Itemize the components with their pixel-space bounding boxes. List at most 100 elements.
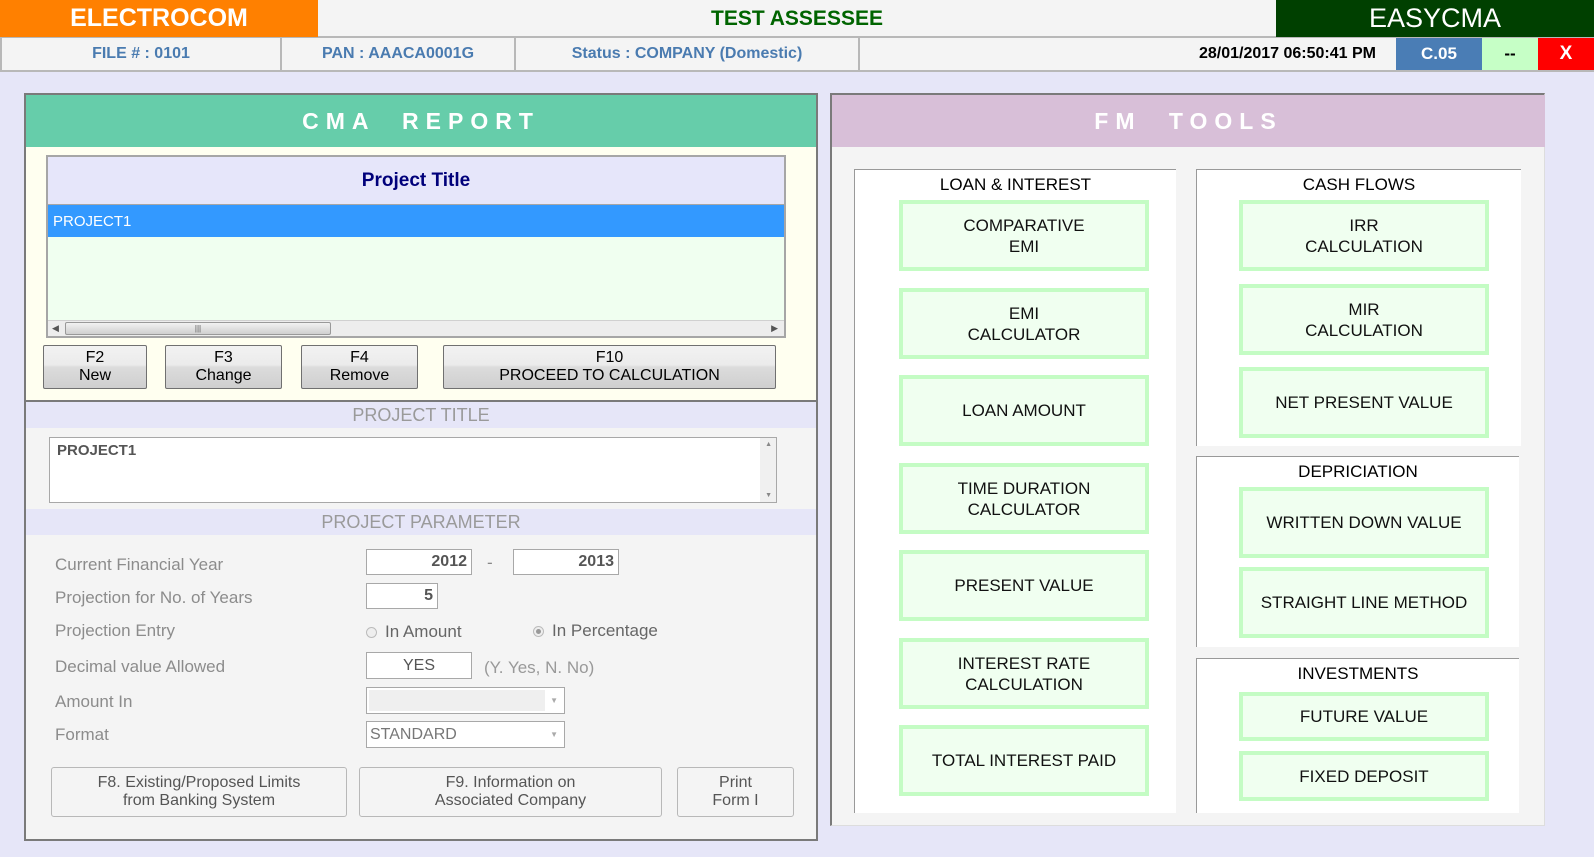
select-value-area <box>369 690 545 711</box>
tool-label-line1: COMPARATIVE <box>963 215 1085 235</box>
scrollbar-thumb[interactable]: ||| <box>65 322 331 335</box>
radio-checked-icon <box>533 625 544 637</box>
scroll-down-arrow-icon[interactable]: ▼ <box>765 492 772 499</box>
grid-column-header: Project Title <box>48 157 784 205</box>
tool-label-line1: LOAN AMOUNT <box>962 401 1086 420</box>
radio-unchecked-icon <box>366 626 377 638</box>
financial-year-from-input[interactable]: 2012 <box>366 549 472 575</box>
remove-project-button[interactable]: F4 Remove <box>301 345 418 389</box>
amount-in-label: Amount In <box>55 692 133 711</box>
loan-interest-group: LOAN & INTEREST COMPARATIVE EMI EMI CALC… <box>854 169 1176 813</box>
version-button[interactable]: C.05 <box>1396 38 1482 70</box>
format-select[interactable]: STANDARD ▼ <box>366 721 565 748</box>
project-parameter-section-heading: PROJECT PARAMETER <box>26 509 816 535</box>
present-value-button[interactable]: PRESENT VALUE <box>899 550 1149 621</box>
pan-number: PAN : AAACA0001G <box>282 38 516 70</box>
grip-icon: ||| <box>194 324 202 333</box>
tool-label-line2: CALCULATOR <box>967 499 1081 519</box>
project-title-textarea[interactable]: PROJECT1 ▲ ▼ <box>49 437 777 503</box>
info-bar: FILE # : 0101 PAN : AAACA0001G Status : … <box>0 38 1594 72</box>
company-brand: ELECTROCOM <box>0 0 318 37</box>
tool-label-line1: WRITTEN DOWN VALUE <box>1266 513 1462 532</box>
in-percentage-radio[interactable]: In Percentage <box>533 621 658 641</box>
button-label-line1: F8. Existing/Proposed Limits <box>97 774 301 791</box>
horizontal-scrollbar[interactable]: ◀ ||| ▶ <box>48 320 784 336</box>
scroll-up-arrow-icon[interactable]: ▲ <box>765 441 772 448</box>
shortcut-key: F10 <box>595 349 624 366</box>
projection-years-input[interactable]: 5 <box>366 583 438 609</box>
amount-in-select[interactable]: ▼ <box>366 687 565 714</box>
assessee-name: TEST ASSESSEE <box>711 6 883 30</box>
project-list-section: Project Title PROJECT1 ◀ ||| ▶ F2 New F3… <box>26 147 816 402</box>
projection-years-label: Projection for No. of Years <box>55 588 253 607</box>
financial-year-to-input[interactable]: 2013 <box>513 549 619 575</box>
print-form-button[interactable]: Print Form I <box>677 767 794 817</box>
tool-label-line1: TOTAL INTEREST PAID <box>931 751 1117 770</box>
tool-label-line1: PRESENT VALUE <box>954 576 1094 595</box>
button-label: PROCEED TO CALCULATION <box>499 367 720 384</box>
written-down-value-button[interactable]: WRITTEN DOWN VALUE <box>1239 487 1489 558</box>
project-grid: Project Title PROJECT1 ◀ ||| ▶ <box>46 155 786 338</box>
fm-tools-panel: FM TOOLS LOAN & INTEREST COMPARATIVE EMI… <box>830 93 1545 826</box>
assessee-status: Status : COMPANY (Domestic) <box>516 38 860 70</box>
button-label: Remove <box>329 367 390 384</box>
cma-report-panel: CMA REPORT Project Title PROJECT1 ◀ ||| … <box>24 93 818 841</box>
tool-label-line2: CALCULATION <box>1305 236 1423 256</box>
in-amount-radio[interactable]: In Amount <box>366 622 462 642</box>
banking-limits-button[interactable]: F8. Existing/Proposed Limits from Bankin… <box>51 767 347 817</box>
project-title-section-heading: PROJECT TITLE <box>26 402 816 428</box>
group-title: DEPRICIATION <box>1298 462 1418 481</box>
tool-label-line2: CALCULATOR <box>967 324 1081 344</box>
decimal-allowed-input[interactable]: YES <box>366 652 472 679</box>
mir-calculation-button[interactable]: MIR CALCULATION <box>1239 284 1489 355</box>
net-present-value-button[interactable]: NET PRESENT VALUE <box>1239 367 1489 438</box>
close-button[interactable]: X <box>1538 38 1594 70</box>
project-title-value: PROJECT1 <box>57 442 137 459</box>
format-label: Format <box>55 725 109 744</box>
tool-label-line1: FIXED DEPOSIT <box>1299 766 1429 786</box>
tool-label-line1: IRR <box>1349 215 1379 235</box>
irr-calculation-button[interactable]: IRR CALCULATION <box>1239 200 1489 271</box>
app-brand: EASYCMA <box>1276 0 1594 37</box>
radio-label: In Percentage <box>552 621 658 640</box>
loan-amount-button[interactable]: LOAN AMOUNT <box>899 375 1149 446</box>
cash-flows-group: CASH FLOWS IRR CALCULATION MIR CALCULATI… <box>1196 169 1521 446</box>
total-interest-paid-button[interactable]: TOTAL INTEREST PAID <box>899 725 1149 796</box>
investments-group: INVESTMENTS FUTURE VALUE FIXED DEPOSIT <box>1196 658 1519 813</box>
comparative-emi-button[interactable]: COMPARATIVE EMI <box>899 200 1149 271</box>
associated-company-button[interactable]: F9. Information on Associated Company <box>359 767 662 817</box>
new-project-button[interactable]: F2 New <box>43 345 147 389</box>
chevron-down-icon: ▼ <box>550 696 558 705</box>
tool-label-line1: TIME DURATION <box>957 478 1091 498</box>
chevron-down-icon: ▼ <box>550 730 558 739</box>
project-row[interactable]: PROJECT1 <box>48 205 784 237</box>
tool-label-line2: CALCULATION <box>1305 320 1423 340</box>
minimize-button[interactable]: -- <box>1482 38 1538 70</box>
button-label-line2: from Banking System <box>122 792 276 809</box>
tool-label-line2: EMI <box>1008 236 1040 256</box>
tool-label-line1: FUTURE VALUE <box>1299 707 1429 726</box>
button-label-line2: Form I <box>712 792 759 809</box>
button-label: Change <box>195 367 252 384</box>
shortcut-key: F3 <box>214 349 233 366</box>
change-project-button[interactable]: F3 Change <box>165 345 282 389</box>
future-value-button[interactable]: FUTURE VALUE <box>1239 692 1489 741</box>
interest-rate-calculation-button[interactable]: INTEREST RATE CALCULATION <box>899 638 1149 709</box>
tool-label-line2: CALCULATION <box>965 674 1083 694</box>
vertical-scrollbar[interactable]: ▲ ▼ <box>760 438 776 502</box>
shortcut-key: F2 <box>85 349 105 366</box>
projection-entry-label: Projection Entry <box>55 621 175 640</box>
group-title: LOAN & INTEREST <box>939 175 1092 194</box>
tool-label-line1: INTEREST RATE <box>957 653 1091 673</box>
financial-year-label: Current Financial Year <box>55 555 224 574</box>
shortcut-key: F4 <box>350 349 369 366</box>
scroll-left-arrow-icon[interactable]: ◀ <box>52 323 59 334</box>
depreciation-group: DEPRICIATION WRITTEN DOWN VALUE STRAIGHT… <box>1196 456 1519 647</box>
fixed-deposit-button[interactable]: FIXED DEPOSIT <box>1239 751 1489 801</box>
tool-label-line1: EMI <box>1008 303 1040 323</box>
straight-line-method-button[interactable]: STRAIGHT LINE METHOD <box>1239 567 1489 638</box>
proceed-to-calculation-button[interactable]: F10 PROCEED TO CALCULATION <box>443 345 776 389</box>
time-duration-calculator-button[interactable]: TIME DURATION CALCULATOR <box>899 463 1149 534</box>
scroll-right-arrow-icon[interactable]: ▶ <box>771 323 778 334</box>
emi-calculator-button[interactable]: EMI CALCULATOR <box>899 288 1149 359</box>
